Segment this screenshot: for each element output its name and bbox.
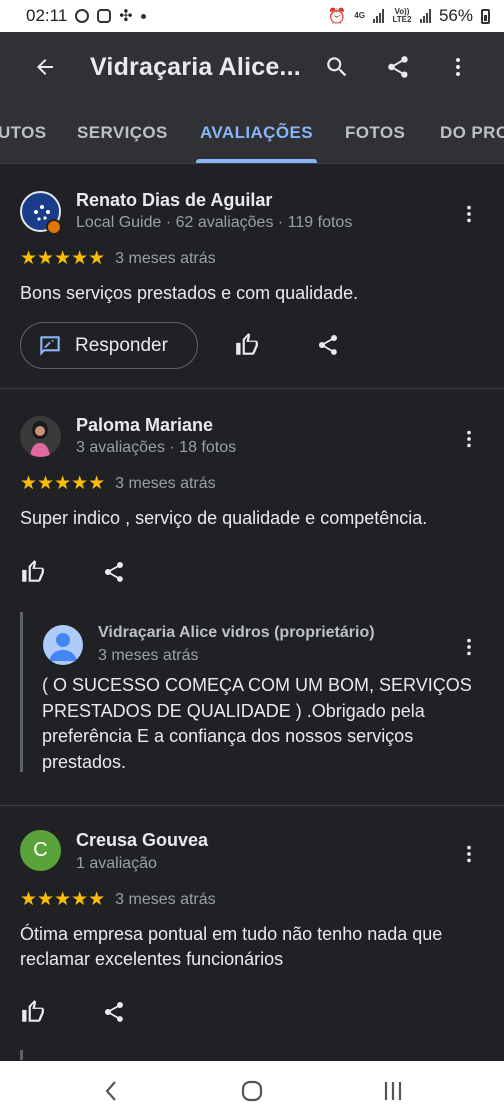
tab-avaliacoes[interactable]: AVALIAÇÕES xyxy=(196,102,317,163)
battery-level: 56% xyxy=(438,6,473,25)
review-more-button[interactable] xyxy=(454,199,484,229)
nav-home-button[interactable] xyxy=(222,1061,282,1120)
review-rating: ★★★★★ 3 meses atrás xyxy=(20,472,216,495)
share-icon xyxy=(388,56,408,78)
more-vert-icon xyxy=(467,205,471,223)
alarm-icon: ⏰ xyxy=(327,8,347,25)
reply-label: Responder xyxy=(75,334,168,356)
default-profile-icon xyxy=(49,633,77,661)
share-review-button[interactable] xyxy=(97,995,131,1029)
notification-dot-icon xyxy=(140,13,146,19)
reply-comment-icon xyxy=(40,335,60,356)
owner-reply-text: ( O SUCESSO COMEÇA COM UM BOM, SERVIÇOS … xyxy=(42,675,472,772)
nav-back-button[interactable] xyxy=(82,1061,142,1120)
instagram-icon xyxy=(97,9,112,23)
thumb-up-icon xyxy=(22,560,44,582)
owner-reply: Vidraçaria Alice vidros (proprietário) 3… xyxy=(20,612,504,772)
review-text: Bons serviços prestados e com qualidade. xyxy=(20,283,359,303)
tab-do-proprietario[interactable]: DO PRO xyxy=(440,102,504,163)
avatar[interactable] xyxy=(20,416,61,457)
share-icon xyxy=(318,335,337,355)
review-more-button[interactable] xyxy=(454,839,484,869)
like-button[interactable] xyxy=(16,995,50,1029)
review-item: Renato Dias de Aguilar Local Guide · 62 … xyxy=(0,164,504,389)
reviewer-meta: 1 avaliação xyxy=(76,855,157,872)
block-icon xyxy=(75,9,90,23)
back-button[interactable] xyxy=(0,55,90,79)
share-button[interactable] xyxy=(378,32,418,102)
thumb-up-icon xyxy=(236,333,258,355)
more-vert-icon xyxy=(467,638,471,656)
share-icon xyxy=(104,562,123,582)
status-time: 02:11 xyxy=(26,6,68,25)
more-vert-icon xyxy=(467,845,471,863)
review-text: Super indico , serviço de qualidade e co… xyxy=(20,508,428,528)
signal-icon xyxy=(372,9,384,23)
avatar[interactable]: C xyxy=(20,830,61,871)
share-review-button[interactable] xyxy=(311,328,345,362)
reviewer-meta: 3 avaliações · 18 fotos xyxy=(76,439,237,456)
review-more-button[interactable] xyxy=(454,424,484,454)
review-time: 3 meses atrás xyxy=(115,890,216,908)
app-bar: Vidraçaria Alice... xyxy=(0,32,504,102)
profile-photo-icon xyxy=(20,416,61,457)
star-rating-icon: ★★★★★ xyxy=(20,473,106,494)
reply-button[interactable]: Responder xyxy=(20,322,198,369)
network-4g: 4G xyxy=(354,11,365,20)
avatar-initial: C xyxy=(33,839,48,861)
battery-icon xyxy=(481,8,490,24)
search-icon xyxy=(327,57,347,77)
review-time: 3 meses atrás xyxy=(115,474,216,492)
search-button[interactable] xyxy=(317,32,357,102)
recents-icon xyxy=(384,1081,402,1100)
tab-fotos[interactable]: FOTOS xyxy=(345,102,405,163)
chevron-left-icon xyxy=(105,1080,116,1101)
star-rating-icon: ★★★★★ xyxy=(20,889,106,910)
tab-bar: UTOS SERVIÇOS AVALIAÇÕES FOTOS DO PRO xyxy=(0,102,504,164)
status-bar: 02:11 ✣ ⏰ 4G Vo)) LTE2 56% xyxy=(0,0,504,32)
share-review-button[interactable] xyxy=(97,555,131,589)
owner-reply-more-button[interactable] xyxy=(454,632,484,662)
reviewer-name[interactable]: Creusa Gouvea xyxy=(76,830,208,851)
tab-servicos[interactable]: SERVIÇOS xyxy=(77,102,168,163)
reply-thread-line xyxy=(20,1050,23,1060)
owner-name: Vidraçaria Alice vidros (proprietário) xyxy=(98,624,375,641)
pinwheel-icon: ✣ xyxy=(119,8,133,25)
review-item: C Creusa Gouvea 1 avaliação ★★★★★ 3 mese… xyxy=(0,806,504,1060)
reviewer-meta: Local Guide · 62 avaliações · 119 fotos xyxy=(76,214,353,231)
more-vert-icon xyxy=(456,58,460,76)
reviews-list: Renato Dias de Aguilar Local Guide · 62 … xyxy=(0,164,504,1060)
page-title: Vidraçaria Alice... xyxy=(90,52,301,81)
more-vert-icon xyxy=(467,430,471,448)
like-button[interactable] xyxy=(16,555,50,589)
star-rating-icon: ★★★★★ xyxy=(20,248,106,269)
nav-recents-button[interactable] xyxy=(363,1061,423,1120)
arrow-back-icon xyxy=(37,59,53,75)
thumb-up-icon xyxy=(22,1000,44,1022)
review-text: Ótima empresa pontual em tudo não tenho … xyxy=(20,924,443,969)
like-button[interactable] xyxy=(230,328,264,362)
local-guide-badge-icon xyxy=(46,219,62,235)
network-volte: Vo)) LTE2 xyxy=(392,7,412,24)
system-nav-bar xyxy=(0,1061,504,1120)
review-time: 3 meses atrás xyxy=(115,249,216,267)
reviewer-name[interactable]: Renato Dias de Aguilar xyxy=(76,190,272,211)
reviewer-name[interactable]: Paloma Mariane xyxy=(76,415,213,436)
share-icon xyxy=(104,1002,123,1022)
review-rating: ★★★★★ 3 meses atrás xyxy=(20,888,216,911)
tab-produtos[interactable]: UTOS xyxy=(0,102,47,163)
owner-avatar[interactable] xyxy=(43,625,83,665)
owner-reply-time: 3 meses atrás xyxy=(98,647,199,664)
signal-icon-2 xyxy=(419,9,431,23)
review-item: Paloma Mariane 3 avaliações · 18 fotos ★… xyxy=(0,389,504,806)
more-options-button[interactable] xyxy=(438,32,478,102)
review-rating: ★★★★★ 3 meses atrás xyxy=(20,247,216,270)
home-icon xyxy=(241,1080,263,1101)
